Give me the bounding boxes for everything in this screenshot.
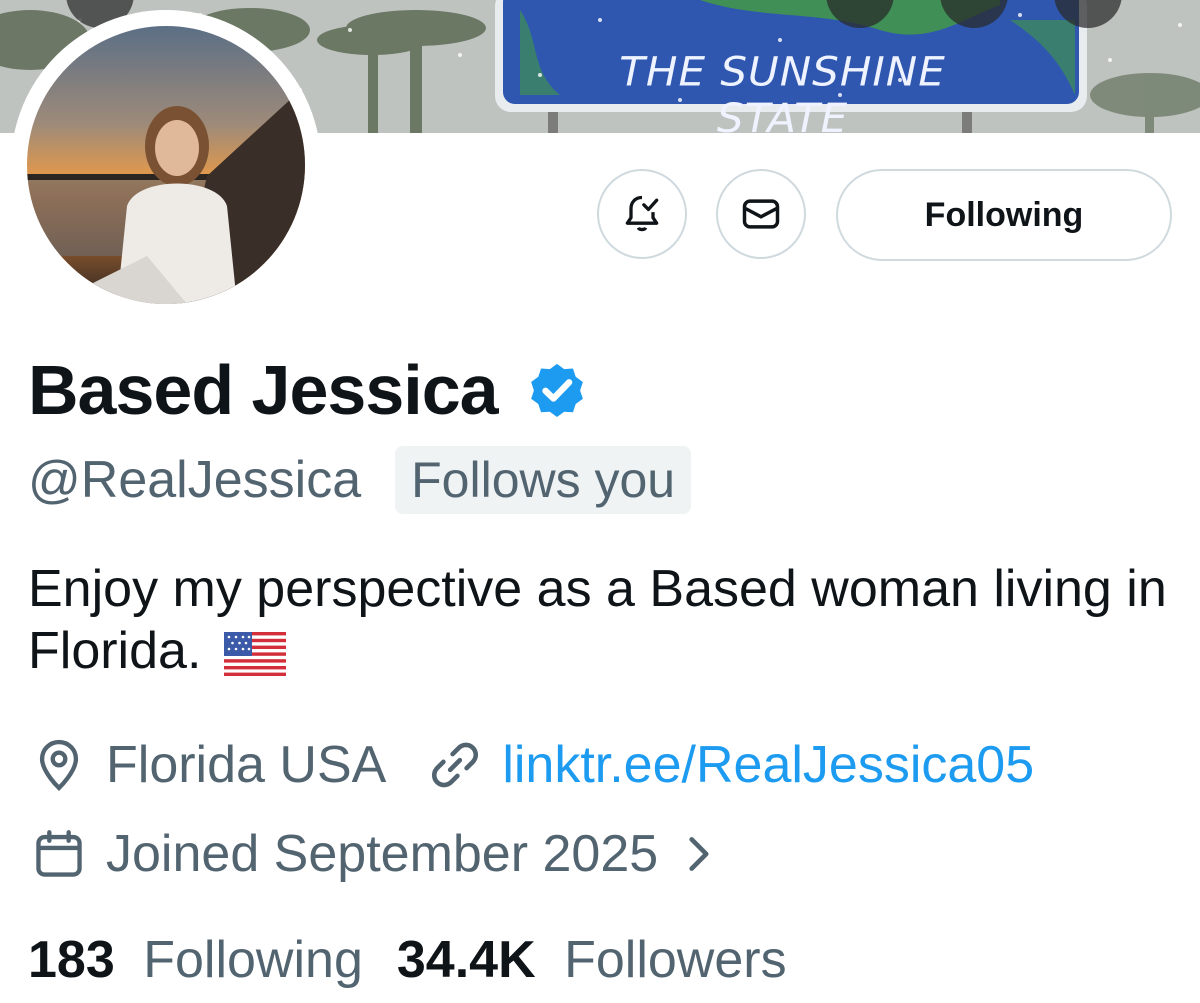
location-text: Florida USA [106,736,387,794]
following-stat[interactable]: 183 Following [28,928,363,992]
following-count: 183 [28,931,115,989]
banner-sign-text: THE SUNSHINE STATE [619,48,946,133]
joined-date: Joined September 2025 [106,825,659,883]
calendar-icon [36,830,82,877]
message-button[interactable] [716,169,806,259]
us-flag-icon [223,632,286,677]
notifications-button[interactable] [597,169,687,259]
bio-text: Enjoy my perspective as a Based woman li… [28,560,1167,680]
location-pin-icon [39,739,79,791]
bio: Enjoy my perspective as a Based woman li… [28,558,1188,682]
avatar[interactable] [27,26,305,304]
follows-you-badge: Follows you [395,446,692,514]
link-icon [432,742,479,788]
profile-stats: 183 Following 34.4K Followers [28,928,787,992]
user-handle: @RealJessica [28,451,362,509]
verified-badge-icon[interactable] [524,357,590,423]
followers-label: Followers [564,931,787,989]
meta-row-joined[interactable]: Joined September 2025 [30,822,720,886]
chevron-right-icon [689,837,709,871]
name-row: Based Jessica [28,348,590,432]
following-button[interactable]: Following [836,169,1172,261]
handle-row: @RealJessica Follows you [28,446,692,514]
meta-row-location: Florida USA linktr.ee/RealJessica05 [30,733,1034,797]
following-label: Following [143,931,363,989]
followers-count: 34.4K [396,931,536,989]
display-name: Based Jessica [28,351,499,429]
followers-stat[interactable]: 34.4K Followers [397,928,787,992]
envelope-icon [742,199,780,229]
bell-check-icon [625,195,659,232]
profile-link[interactable]: linktr.ee/RealJessica05 [502,733,1034,797]
